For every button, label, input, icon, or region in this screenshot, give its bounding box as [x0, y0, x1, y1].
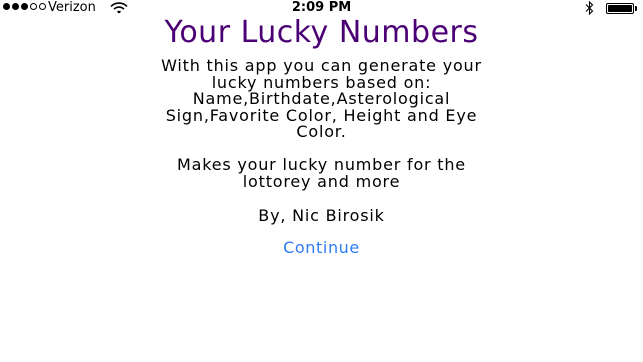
- lottery-note: Makes your lucky number for the lottorey…: [20, 156, 623, 191]
- battery-fill: [608, 5, 632, 12]
- battery-terminal: [635, 6, 637, 11]
- continue-button[interactable]: Continue: [0, 239, 643, 256]
- status-time: 2:09 PM: [291, 0, 352, 15]
- lottery-line: lottorey and more: [242, 171, 401, 191]
- status-bar: Verizon 2:09 PM: [0, 0, 643, 16]
- description-line: Color.: [296, 122, 347, 141]
- app-description: With this app you can generate your luck…: [20, 57, 623, 141]
- app-title: Your Lucky Numbers: [164, 15, 479, 50]
- author-credit: By, Nic Birosik: [258, 206, 385, 225]
- bluetooth-icon: [585, 1, 594, 15]
- battery-icon: [606, 3, 634, 14]
